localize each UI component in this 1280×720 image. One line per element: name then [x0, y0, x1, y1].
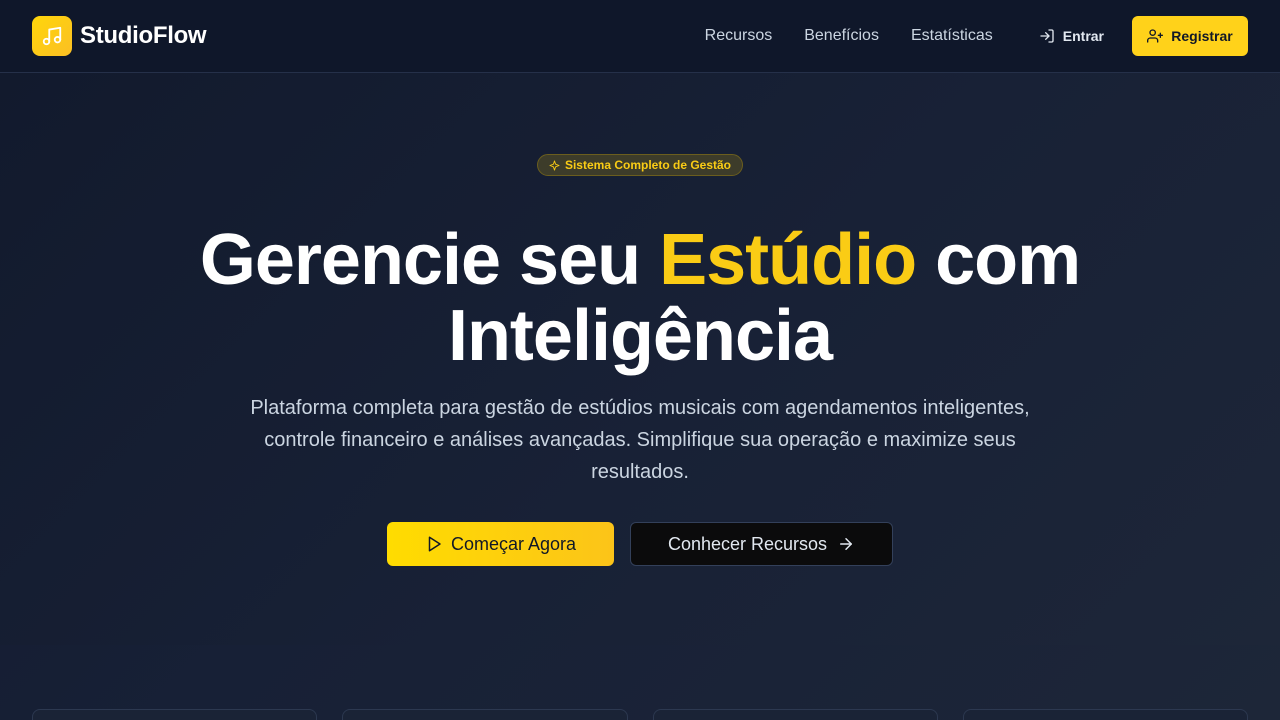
start-now-button[interactable]: Começar Agora — [387, 522, 614, 566]
feature-badge: Sistema Completo de Gestão — [537, 154, 743, 176]
user-plus-icon — [1147, 28, 1164, 44]
register-button[interactable]: Registrar — [1132, 16, 1248, 56]
register-label: Registrar — [1171, 28, 1233, 44]
headline-line-2: Inteligência — [447, 296, 833, 376]
music-note-icon — [32, 16, 72, 56]
main-nav: Recursos Benefícios Estatísticas — [705, 27, 993, 45]
hero-subtitle: Plataforma completa para gestão de estúd… — [250, 397, 1030, 483]
sparkles-icon — [549, 159, 560, 171]
top-navbar: StudioFlow Recursos Benefícios Estatísti… — [0, 0, 1280, 73]
arrow-right-icon — [837, 535, 855, 553]
hero-headline: Gerencie seu Estúdio com Inteligência — [0, 222, 1280, 374]
log-in-icon — [1039, 28, 1055, 44]
login-label: Entrar — [1062, 28, 1104, 44]
feature-card — [962, 709, 1248, 720]
brand-link[interactable]: StudioFlow — [32, 16, 207, 56]
explore-features-label: Conhecer Recursos — [667, 533, 828, 554]
headline-accent: Estúdio — [659, 220, 917, 300]
nav-link-beneficios[interactable]: Benefícios — [804, 27, 879, 45]
nav-link-recursos[interactable]: Recursos — [705, 27, 773, 45]
headline-part-2: com — [916, 220, 1081, 300]
feature-card — [32, 709, 318, 720]
start-now-label: Começar Agora — [450, 533, 577, 554]
nav-link-estatisticas[interactable]: Estatísticas — [911, 27, 993, 45]
feature-card — [652, 709, 938, 720]
play-icon — [425, 535, 443, 553]
landing-page: StudioFlow Recursos Benefícios Estatísti… — [0, 0, 1280, 720]
explore-features-button[interactable]: Conhecer Recursos — [630, 522, 893, 566]
brand-name: StudioFlow — [80, 22, 207, 49]
login-button[interactable]: Entrar — [1039, 20, 1104, 52]
feature-card — [342, 709, 628, 720]
feature-cards-row — [32, 709, 1248, 720]
badge-label: Sistema Completo de Gestão — [564, 158, 732, 172]
headline-part-1: Gerencie seu — [199, 220, 660, 300]
